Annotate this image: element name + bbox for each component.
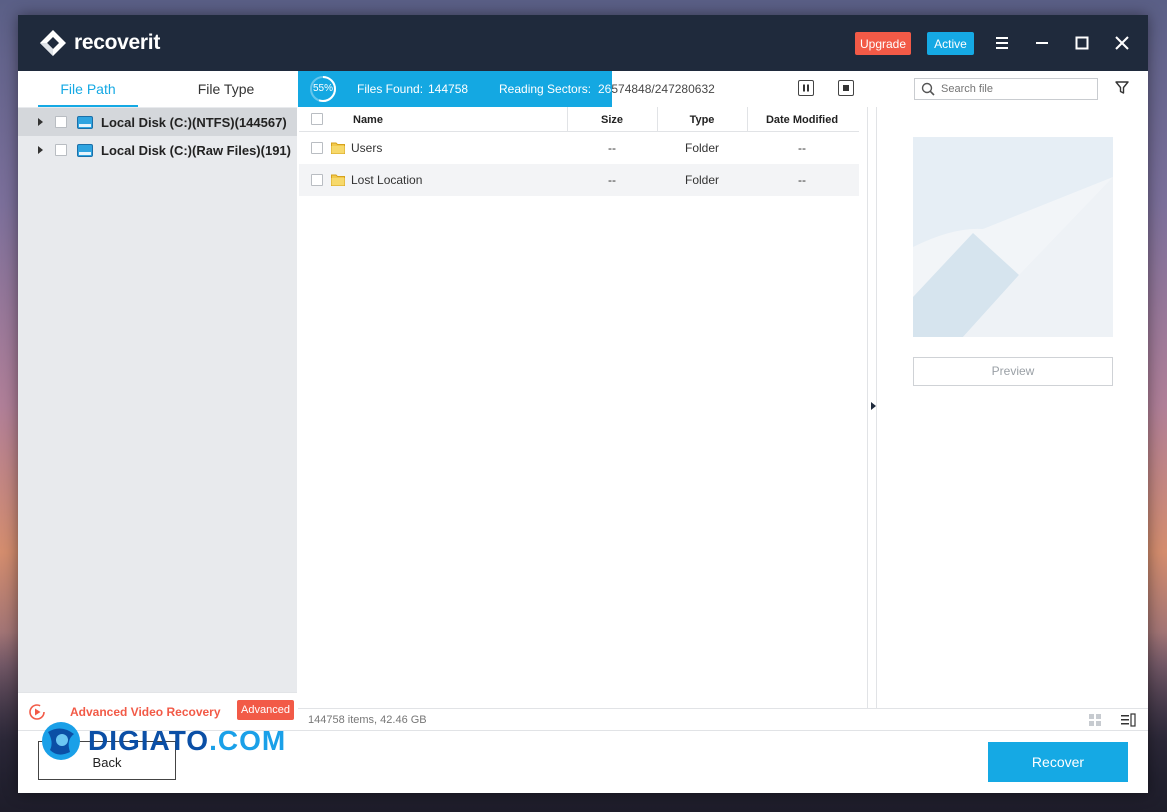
tab-file-type[interactable]: File Type: [176, 71, 276, 105]
search-box[interactable]: [914, 78, 1098, 100]
reading-sectors-label: Reading Sectors:: [499, 82, 592, 96]
status-bar: 144758 items, 42.46 GB: [298, 708, 1148, 731]
files-found-label: Files Found:: [357, 82, 424, 96]
stop-scan-button[interactable]: [838, 80, 854, 96]
reading-sectors-value-text: 26574848/247280632: [598, 82, 715, 96]
grid-view-icon[interactable]: [1088, 713, 1102, 727]
maximize-icon[interactable]: [1071, 33, 1093, 53]
app-logo: recoverit: [38, 28, 160, 58]
table-row[interactable]: Lost Location -- Folder --: [299, 164, 859, 196]
preview-placeholder-image: [913, 137, 1113, 337]
tree-item-ntfs[interactable]: Local Disk (C:)(NTFS)(144567): [18, 108, 297, 136]
scan-status-bar: 55% Files Found: 144758 Reading Sectors:…: [298, 71, 1148, 107]
pause-scan-button[interactable]: [798, 80, 814, 96]
column-header-date-modified[interactable]: Date Modified: [747, 107, 857, 131]
search-icon: [921, 82, 935, 96]
expand-caret-icon[interactable]: [38, 146, 43, 154]
row-size: --: [608, 173, 616, 187]
panel-divider: [867, 107, 868, 708]
row-name: Lost Location: [351, 173, 423, 187]
hard-disk-icon: [77, 143, 93, 157]
files-found-value: 144758: [428, 82, 469, 96]
stop-icon: [843, 85, 849, 91]
digiato-logo-icon: [42, 722, 80, 760]
table-header: Name Size Type Date Modified: [299, 107, 859, 132]
recoverit-logo-icon: [40, 30, 66, 56]
column-header-type[interactable]: Type: [657, 107, 747, 131]
row-date: --: [798, 173, 806, 187]
filter-icon[interactable]: [1115, 81, 1129, 95]
tree-item-label: Local Disk (C:)(Raw Files)(191): [101, 142, 291, 158]
app-name: recoverit: [74, 31, 161, 54]
row-date: --: [798, 141, 806, 155]
close-icon[interactable]: [1111, 33, 1133, 53]
video-recovery-icon: [29, 704, 45, 720]
watermark-text-main: DIGIATO: [88, 725, 210, 756]
hamburger-menu-icon[interactable]: [991, 33, 1013, 53]
list-view-icon[interactable]: [1120, 713, 1136, 727]
table-row[interactable]: Users -- Folder --: [299, 132, 859, 164]
tree-item-raw-files[interactable]: Local Disk (C:)(Raw Files)(191): [18, 136, 297, 164]
minimize-icon[interactable]: [1031, 33, 1053, 53]
select-all-checkbox[interactable]: [311, 113, 323, 125]
hard-disk-icon: [77, 115, 93, 129]
tree-checkbox[interactable]: [55, 116, 67, 128]
row-checkbox[interactable]: [311, 142, 323, 154]
row-type: Folder: [684, 173, 719, 187]
expand-caret-icon[interactable]: [38, 118, 43, 126]
advanced-video-recovery-label[interactable]: Advanced Video Recovery: [70, 705, 221, 719]
active-button[interactable]: Active: [927, 32, 974, 55]
advanced-badge: Advanced: [237, 700, 294, 720]
recover-button[interactable]: Recover: [988, 742, 1128, 782]
watermark: DIGIATO.COM: [40, 720, 286, 762]
row-name: Users: [351, 141, 383, 155]
preview-button[interactable]: Preview: [913, 357, 1113, 386]
app-window: recoverit Upgrade Active File Path File …: [18, 15, 1148, 793]
reading-sectors-value: 26574848/247280632: [598, 82, 715, 96]
row-type: Folder: [684, 141, 719, 155]
pause-icon: [803, 84, 809, 92]
search-input[interactable]: [941, 81, 1091, 97]
scan-percent: 55%: [312, 83, 333, 94]
left-panel: File Path File Type Local Disk (C:)(NTFS…: [18, 71, 297, 731]
row-checkbox[interactable]: [311, 174, 323, 186]
column-header-size[interactable]: Size: [567, 107, 657, 131]
title-bar: recoverit Upgrade Active: [18, 15, 1148, 71]
folder-icon: [331, 142, 345, 154]
panel-divider: [876, 107, 877, 708]
row-size: --: [608, 141, 616, 155]
upgrade-button[interactable]: Upgrade: [855, 32, 911, 55]
tab-file-path[interactable]: File Path: [38, 71, 138, 107]
watermark-text-tld: .COM: [209, 725, 287, 756]
items-summary: 144758 items, 42.46 GB: [308, 714, 427, 726]
view-tabs: File Path File Type: [18, 71, 297, 107]
tree-item-label: Local Disk (C:)(NTFS)(144567): [101, 114, 287, 130]
tree-checkbox[interactable]: [55, 144, 67, 156]
watermark-text: DIGIATO.COM: [88, 725, 286, 757]
column-header-name[interactable]: Name: [353, 107, 383, 131]
folder-icon: [331, 174, 345, 186]
